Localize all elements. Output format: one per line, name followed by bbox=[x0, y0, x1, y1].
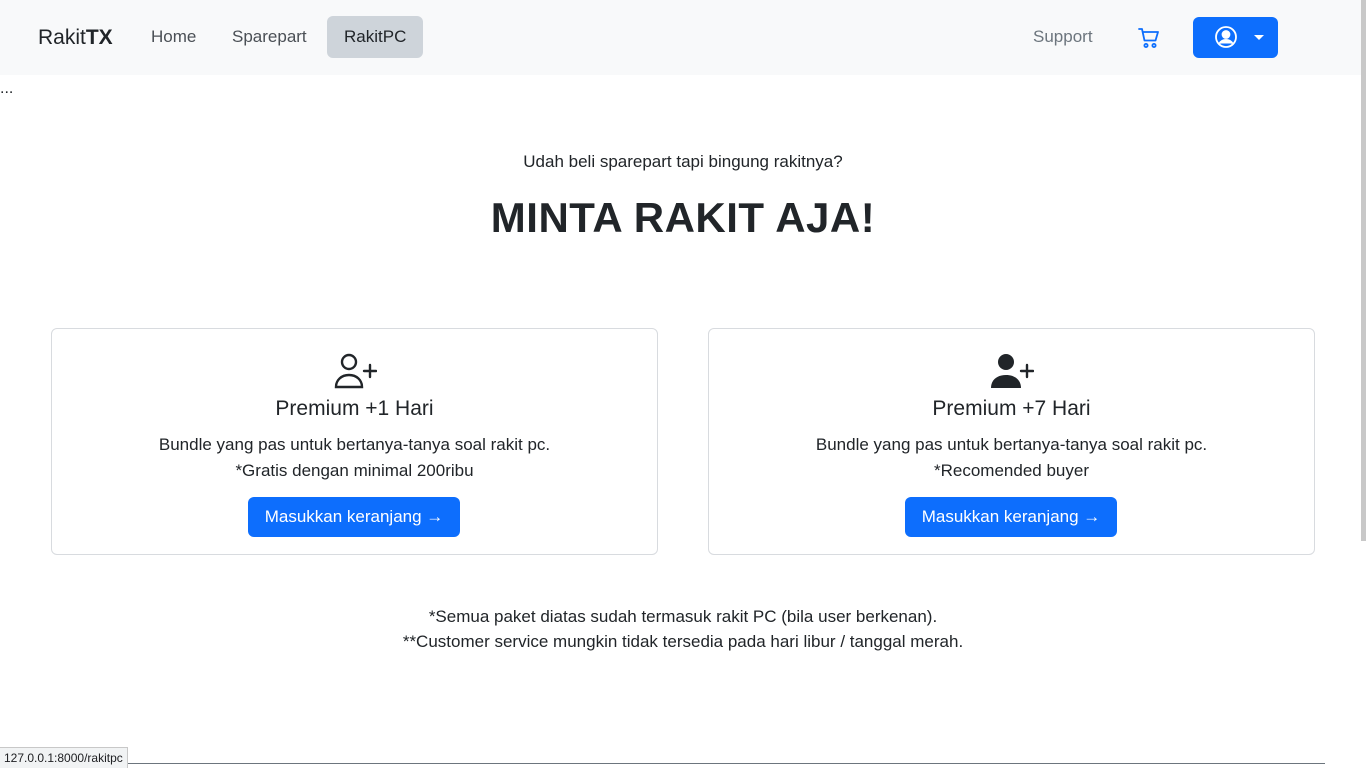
card-desc-line1: Bundle yang pas untuk bertanya-tanya soa… bbox=[158, 435, 551, 454]
cart-icon[interactable] bbox=[1137, 26, 1161, 50]
footnote-2: **Customer service mungkin tidak tersedi… bbox=[402, 632, 964, 651]
person-plus-outline-icon bbox=[333, 353, 378, 389]
card-title: Premium +1 Hari bbox=[275, 397, 434, 420]
navbar: RakitTX Home Sparepart RakitPC Support bbox=[0, 0, 1361, 75]
nav-link-support[interactable]: Support bbox=[1033, 16, 1093, 58]
package-card-1: Premium +1 Hari Bundle yang pas untuk be… bbox=[51, 328, 658, 555]
hero-headline: MINTA RAKIT AJA! bbox=[490, 194, 876, 241]
add-to-cart-button[interactable]: Masukkan keranjang → bbox=[248, 497, 460, 537]
card-desc-line2: *Recomended buyer bbox=[934, 461, 1089, 480]
footnote-1: *Semua paket diatas sudah termasuk rakit… bbox=[428, 607, 938, 626]
nav-link-sparepart[interactable]: Sparepart bbox=[215, 16, 324, 58]
ellipsis-text: ... bbox=[0, 80, 14, 97]
user-circle-icon bbox=[1214, 25, 1238, 49]
account-dropdown-button[interactable] bbox=[1193, 17, 1278, 58]
person-plus-filled-icon bbox=[990, 353, 1035, 389]
page: RakitTX Home Sparepart RakitPC Support .… bbox=[0, 0, 1366, 768]
chevron-down-icon bbox=[1254, 35, 1264, 40]
card-title: Premium +7 Hari bbox=[932, 397, 1091, 420]
package-card-2: Premium +7 Hari Bundle yang pas untuk be… bbox=[708, 328, 1315, 555]
brand-light: Rakit bbox=[38, 26, 86, 49]
card-desc-line1: Bundle yang pas untuk bertanya-tanya soa… bbox=[815, 435, 1208, 454]
nav-link-home[interactable]: Home bbox=[134, 16, 213, 58]
hero-subtitle: Udah beli sparepart tapi bingung rakitny… bbox=[523, 152, 843, 171]
browser-status-url: 127.0.0.1:8000/rakitpc bbox=[0, 747, 128, 768]
card-description: Bundle yang pas untuk bertanya-tanya soa… bbox=[709, 432, 1314, 484]
brand-bold: TX bbox=[85, 26, 113, 49]
card-description: Bundle yang pas untuk bertanya-tanya soa… bbox=[52, 432, 657, 484]
add-to-cart-button[interactable]: Masukkan keranjang → bbox=[905, 497, 1117, 537]
nav-link-rakitpc[interactable]: RakitPC bbox=[327, 16, 424, 58]
divider bbox=[0, 763, 1325, 764]
brand-logo[interactable]: RakitTX bbox=[38, 24, 113, 52]
card-desc-line2: *Gratis dengan minimal 200ribu bbox=[235, 461, 474, 480]
scrollbar[interactable] bbox=[1361, 0, 1366, 541]
